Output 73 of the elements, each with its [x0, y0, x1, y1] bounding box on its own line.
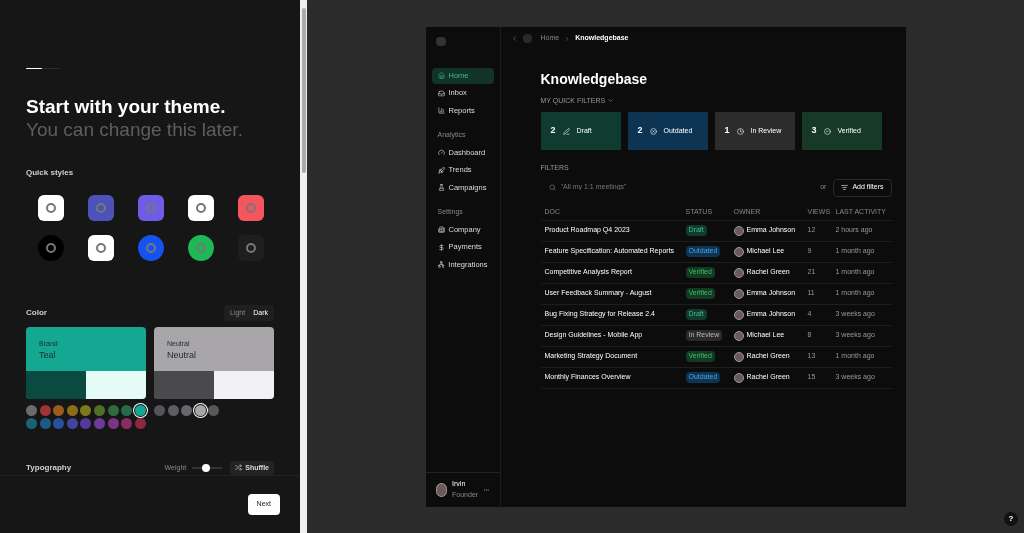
- nav-icon: [437, 89, 445, 97]
- nav-icon: [437, 149, 445, 156]
- onboarding-title: Start with your theme.: [26, 94, 227, 119]
- color-swatch[interactable]: [181, 404, 193, 416]
- color-swatch[interactable]: [26, 404, 37, 416]
- avatar: [733, 309, 744, 320]
- color-swatch[interactable]: [121, 417, 133, 429]
- color-swatch[interactable]: [121, 404, 133, 416]
- section-label: Color: [26, 306, 47, 319]
- nav-icon: [437, 166, 445, 174]
- color-swatch[interactable]: [107, 404, 119, 416]
- nav-icon: [437, 184, 445, 191]
- avatar: [733, 246, 744, 257]
- nav-icon: [437, 107, 445, 114]
- avatar: [435, 482, 448, 497]
- color-swatch[interactable]: [66, 404, 78, 416]
- sidebar-toggle-icon[interactable]: [522, 34, 532, 43]
- color-swatch[interactable]: [107, 417, 119, 429]
- shuffle-icon: [235, 464, 243, 472]
- scrollbar[interactable]: [300, 0, 307, 533]
- nav-icon: [437, 226, 445, 233]
- section-label: Typography: [26, 461, 72, 474]
- nav-icon: [437, 261, 445, 268]
- app-logo-icon: [435, 36, 446, 46]
- color-swatch[interactable]: [194, 404, 206, 416]
- avatar: [733, 288, 744, 299]
- slider-thumb[interactable]: [201, 463, 210, 472]
- color-swatch[interactable]: [208, 404, 220, 416]
- brand-logo-icon[interactable]: [188, 234, 214, 261]
- filter-count: 2: [637, 124, 643, 138]
- filter-count: 3: [811, 124, 817, 138]
- color-swatch[interactable]: [134, 417, 146, 429]
- color-swatch[interactable]: [39, 417, 51, 429]
- color-swatch[interactable]: [39, 404, 51, 416]
- brand-logo-icon[interactable]: [38, 194, 64, 221]
- back-icon: [510, 35, 518, 42]
- status-icon: [562, 127, 570, 135]
- filter-icon: [841, 184, 849, 191]
- color-swatch[interactable]: [53, 404, 65, 416]
- section-label: Quick styles: [26, 166, 75, 179]
- chevron-icon: [564, 35, 571, 42]
- filter-count: 2: [550, 124, 556, 138]
- page-title: Knowledgebase: [540, 69, 649, 89]
- color-swatch[interactable]: [80, 417, 92, 429]
- palette-name: Neutral: [167, 349, 197, 362]
- avatar: [733, 267, 744, 278]
- filter-count: 1: [724, 124, 730, 138]
- scrollbar-thumb[interactable]: [301, 8, 306, 173]
- color-swatch[interactable]: [167, 404, 179, 416]
- caret-icon: [607, 97, 615, 105]
- status-icon: [649, 127, 657, 135]
- palette-name: Teal: [39, 349, 57, 362]
- color-swatch[interactable]: [154, 404, 165, 416]
- color-swatch[interactable]: [66, 417, 78, 429]
- brand-logo-icon[interactable]: [88, 234, 114, 261]
- onboarding-subtitle: You can change this later.: [26, 118, 244, 141]
- avatar: [733, 225, 744, 236]
- avatar: [733, 372, 744, 383]
- avatar: [733, 351, 744, 362]
- color-swatch[interactable]: [93, 404, 105, 416]
- help-button[interactable]: ?: [1004, 512, 1018, 526]
- color-swatch[interactable]: [93, 417, 105, 429]
- brand-logo-icon[interactable]: [188, 194, 214, 221]
- color-swatch[interactable]: [80, 404, 92, 416]
- nav-icon: [437, 243, 445, 251]
- search-icon: [548, 184, 556, 191]
- nav-icon: [437, 72, 445, 79]
- status-icon: [823, 127, 831, 135]
- color-swatch[interactable]: [26, 417, 37, 429]
- avatar: [733, 330, 744, 341]
- status-icon: [736, 127, 744, 135]
- color-swatch[interactable]: [53, 417, 65, 429]
- color-swatch[interactable]: [134, 404, 146, 416]
